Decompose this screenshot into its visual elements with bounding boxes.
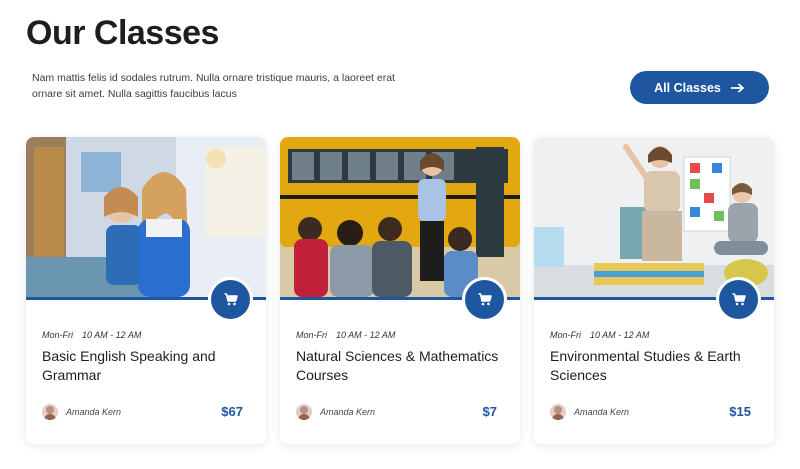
class-title[interactable]: Natural Sciences & Mathematics Courses: [296, 347, 511, 385]
class-price: $67: [221, 404, 243, 419]
class-schedule: Mon-Fri 10 AM - 12 AM: [42, 330, 141, 340]
arrow-right-icon: [730, 83, 744, 92]
add-to-cart-button[interactable]: [211, 280, 250, 319]
all-classes-label: All Classes: [654, 80, 721, 95]
class-author: Amanda Kern: [550, 404, 629, 420]
class-author: Amanda Kern: [42, 404, 121, 420]
author-name: Amanda Kern: [574, 407, 630, 417]
class-days: Mon-Fri: [42, 330, 73, 340]
class-image-bus[interactable]: [280, 137, 520, 300]
class-price: $15: [729, 404, 751, 419]
cart-icon: [224, 293, 238, 306]
class-days: Mon-Fri: [296, 330, 327, 340]
class-title[interactable]: Basic English Speaking and Grammar: [42, 347, 257, 385]
class-card[interactable]: Mon-Fri 10 AM - 12 AM Natural Sciences &…: [280, 137, 520, 444]
author-name: Amanda Kern: [320, 407, 376, 417]
class-author: Amanda Kern: [296, 404, 375, 420]
author-avatar: [42, 404, 58, 420]
add-to-cart-button[interactable]: [719, 280, 758, 319]
class-schedule: Mon-Fri 10 AM - 12 AM: [296, 330, 395, 340]
all-classes-button[interactable]: All Classes: [630, 71, 769, 104]
classes-section: Our Classes Nam mattis felis id sodales …: [0, 0, 800, 469]
class-card[interactable]: Mon-Fri 10 AM - 12 AM Basic English Spea…: [26, 137, 266, 444]
class-image-classroom[interactable]: [534, 137, 774, 300]
class-image-painting[interactable]: [26, 137, 266, 300]
section-intro: Nam mattis felis id sodales rutrum. Null…: [32, 72, 395, 100]
author-name: Amanda Kern: [66, 407, 122, 417]
author-avatar: [296, 404, 312, 420]
cart-icon: [478, 293, 492, 306]
class-days: Mon-Fri: [550, 330, 581, 340]
class-title[interactable]: Environmental Studies & Earth Sciences: [550, 347, 765, 385]
section-title: Our Classes: [26, 14, 219, 52]
author-avatar: [550, 404, 566, 420]
class-price: $7: [482, 404, 497, 419]
class-card[interactable]: Mon-Fri 10 AM - 12 AM Environmental Stud…: [534, 137, 774, 444]
class-time: 10 AM - 12 AM: [336, 330, 396, 340]
classroom-photo: [534, 137, 774, 297]
class-time: 10 AM - 12 AM: [82, 330, 142, 340]
class-schedule: Mon-Fri 10 AM - 12 AM: [550, 330, 649, 340]
add-to-cart-button[interactable]: [465, 280, 504, 319]
class-time: 10 AM - 12 AM: [590, 330, 650, 340]
school-bus-photo: [280, 137, 520, 297]
painting-class-photo: [26, 137, 266, 297]
cart-icon: [732, 293, 746, 306]
